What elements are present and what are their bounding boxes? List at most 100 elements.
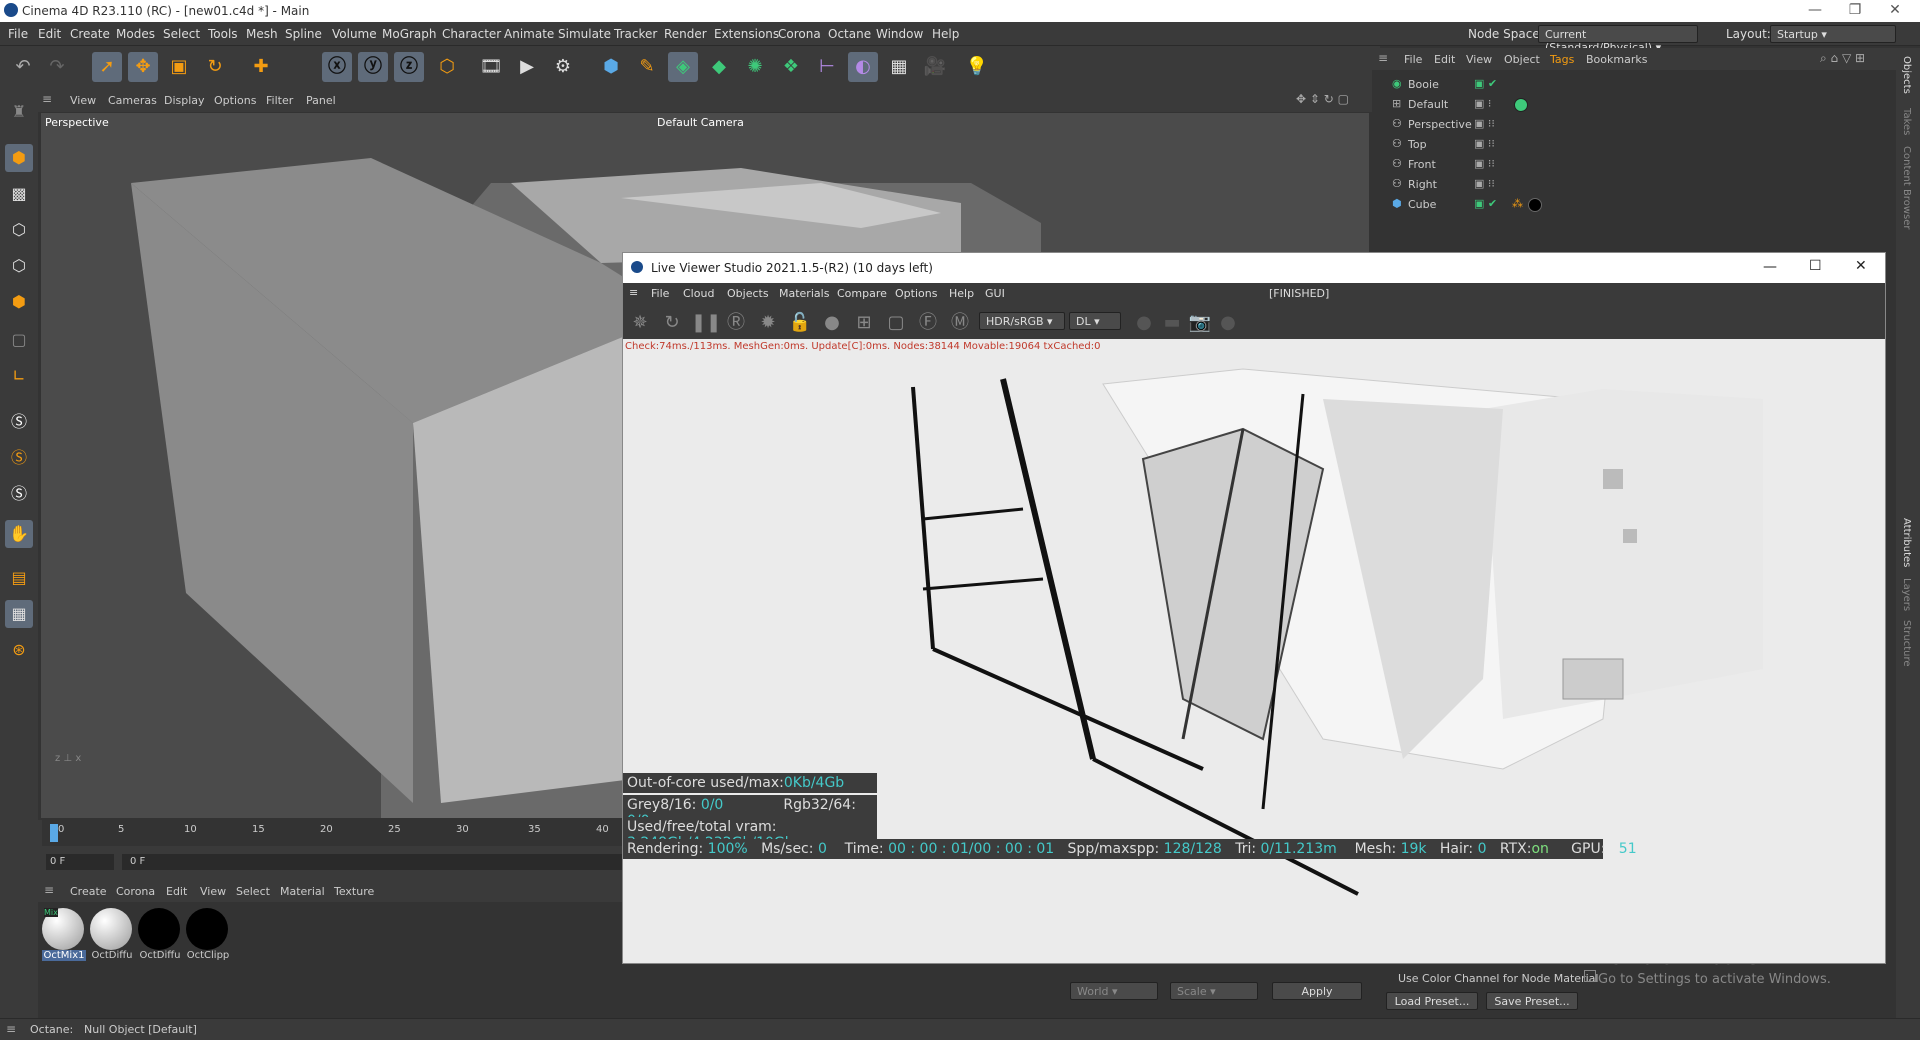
tab-takes[interactable]: Takes [1901, 108, 1912, 135]
menu-animate[interactable]: Animate [504, 27, 554, 41]
mograph-cloner-icon[interactable]: ✺ [740, 52, 770, 82]
layout-dropdown[interactable]: Startup ▾ [1770, 25, 1896, 43]
focus-picker-icon[interactable]: Ⓕ [915, 310, 941, 336]
material-swatch[interactable]: OctDiffu [138, 908, 182, 968]
menu-tools[interactable]: Tools [208, 27, 238, 41]
render-settings-icon[interactable]: ⚙ [548, 52, 578, 82]
x-axis-icon[interactable]: ⓧ [322, 52, 352, 82]
object-row[interactable]: ⬢ Cube ▣ ✔ ⁂ [1372, 194, 1896, 214]
z-axis-icon[interactable]: ⓩ [394, 52, 424, 82]
obj-menu-edit[interactable]: Edit [1434, 53, 1455, 66]
clay-mode-icon[interactable]: ● [1215, 310, 1241, 336]
focus-icon[interactable]: ▢ [883, 310, 909, 336]
vp-menu-options[interactable]: Options [214, 94, 256, 107]
hamburger-icon[interactable]: ≡ [42, 92, 52, 106]
lv-menu-options[interactable]: Options [895, 287, 937, 300]
mat-menu-edit[interactable]: Edit [166, 885, 187, 898]
visibility-check-icon[interactable]: ▣ ✔ [1474, 77, 1497, 90]
menu-file[interactable]: File [8, 27, 28, 41]
coordinate-system-icon[interactable]: ⬡ [432, 52, 462, 82]
menu-volume[interactable]: Volume [332, 27, 377, 41]
texture-mode-icon[interactable]: ▩ [5, 180, 33, 208]
region-icon[interactable]: Ⓡ [723, 310, 749, 336]
deformer-icon[interactable]: ◆ [704, 52, 734, 82]
kernel-dropdown[interactable]: DL ▾ [1069, 312, 1121, 330]
mat-menu-create[interactable]: Create [70, 885, 107, 898]
material-swatch[interactable]: Mix OctMix1 [42, 908, 86, 968]
object-row[interactable]: ◉ Booie ▣ ✔ [1372, 74, 1896, 94]
uv-mode-icon[interactable]: ▢ [5, 326, 33, 354]
vp-menu-display[interactable]: Display [164, 94, 205, 107]
mat-menu-texture[interactable]: Texture [334, 885, 374, 898]
menu-window[interactable]: Window [876, 27, 923, 41]
tab-structure[interactable]: Structure [1901, 620, 1912, 667]
send-scene-icon[interactable]: ✵ [627, 310, 653, 336]
vp-menu-filter[interactable]: Filter [266, 94, 293, 107]
hamburger-icon[interactable]: ≡ [629, 286, 638, 299]
polygons-mode-icon[interactable]: ⬢ [5, 288, 33, 316]
model-mode-icon[interactable]: ⬢ [5, 144, 33, 172]
move-tool-icon[interactable]: ✥ [128, 52, 158, 82]
lv-menu-file[interactable]: File [651, 287, 669, 300]
mat-menu-select[interactable]: Select [236, 885, 270, 898]
pause-icon[interactable]: ❚❚ [691, 310, 721, 336]
edges-mode-icon[interactable]: ⬡ [5, 252, 33, 280]
lv-menu-materials[interactable]: Materials [779, 287, 829, 300]
tab-layers[interactable]: Layers [1901, 578, 1912, 611]
tab-content-browser[interactable]: Content Browser [1901, 146, 1912, 229]
floor-icon[interactable]: ▦ [884, 52, 914, 82]
restart-icon[interactable]: ↻ [659, 310, 685, 336]
add-region-icon[interactable]: ⊞ [851, 310, 877, 336]
menu-tracker[interactable]: Tracker [614, 27, 657, 41]
material-picker-icon[interactable]: Ⓜ [947, 310, 973, 336]
menu-spline[interactable]: Spline [285, 27, 322, 41]
load-preset-button[interactable]: Load Preset... [1386, 992, 1478, 1010]
menu-help[interactable]: Help [932, 27, 959, 41]
menu-edit[interactable]: Edit [38, 27, 61, 41]
tab-attributes[interactable]: Attributes [1901, 518, 1912, 567]
material-swatch[interactable]: OctDiffu [90, 908, 134, 968]
y-axis-icon[interactable]: ⓨ [358, 52, 388, 82]
spline-pen-icon[interactable]: ✎ [632, 52, 662, 82]
vp-menu-cameras[interactable]: Cameras [108, 94, 157, 107]
visibility-dots-icon[interactable]: ▣ ⁝ [1474, 97, 1491, 110]
lock-icon[interactable]: 🔓 [787, 310, 813, 336]
lv-menu-objects[interactable]: Objects [727, 287, 769, 300]
render-region-icon[interactable]: 🎞 [476, 52, 506, 82]
lv-menu-compare[interactable]: Compare [837, 287, 887, 300]
menu-modes[interactable]: Modes [116, 27, 155, 41]
generator-icon[interactable]: ◈ [668, 52, 698, 82]
hamburger-icon[interactable]: ≡ [44, 883, 54, 897]
locked-workplane-icon[interactable]: ▦ [5, 600, 33, 628]
light-icon[interactable]: 💡 [962, 52, 992, 82]
visibility-dots-icon[interactable]: ▣ ⁝⁝ [1474, 137, 1495, 150]
save-preset-button[interactable]: Save Preset... [1486, 992, 1578, 1010]
camera-icon[interactable]: 🎥 [920, 52, 950, 82]
add-tool-icon[interactable]: ✚ [246, 52, 276, 82]
visibility-dots-icon[interactable]: ▣ ⁝⁝ [1474, 177, 1495, 190]
lv-menu-help[interactable]: Help [949, 287, 974, 300]
select-tool-icon[interactable]: ➚ [92, 52, 122, 82]
tab-objects[interactable]: Objects [1901, 56, 1912, 94]
snap-icon[interactable]: Ⓢ [5, 408, 33, 436]
settings-icon[interactable]: ✹ [755, 310, 781, 336]
cube-object-icon[interactable]: ⬢ [596, 52, 626, 82]
minimize-icon[interactable]: — [1800, 2, 1830, 20]
menu-render[interactable]: Render [664, 27, 707, 41]
rotate-tool-icon[interactable]: ↻ [200, 52, 230, 82]
menu-select[interactable]: Select [163, 27, 200, 41]
snap-settings-icon[interactable]: Ⓢ [5, 444, 33, 472]
snapshot-icon[interactable]: 📷 [1187, 310, 1213, 336]
world-dropdown[interactable]: World ▾ [1070, 982, 1158, 1000]
object-row[interactable]: ⚇ Top ▣ ⁝⁝ [1372, 134, 1896, 154]
menu-character[interactable]: Character [442, 27, 501, 41]
points-mode-icon[interactable]: ⬡ [5, 216, 33, 244]
sphere-icon[interactable]: ● [819, 310, 845, 336]
redo-icon[interactable]: ↷ [42, 52, 72, 82]
render-view[interactable]: Check:74ms./113ms. MeshGen:0ms. Update[C… [623, 339, 1885, 963]
obj-menu-view[interactable]: View [1466, 53, 1492, 66]
visibility-dots-icon[interactable]: ▣ ⁝⁝ [1474, 117, 1495, 130]
object-row[interactable]: ⚇ Front ▣ ⁝⁝ [1372, 154, 1896, 174]
lv-menu-gui[interactable]: GUI [985, 287, 1005, 300]
mat-menu-corona[interactable]: Corona [116, 885, 155, 898]
